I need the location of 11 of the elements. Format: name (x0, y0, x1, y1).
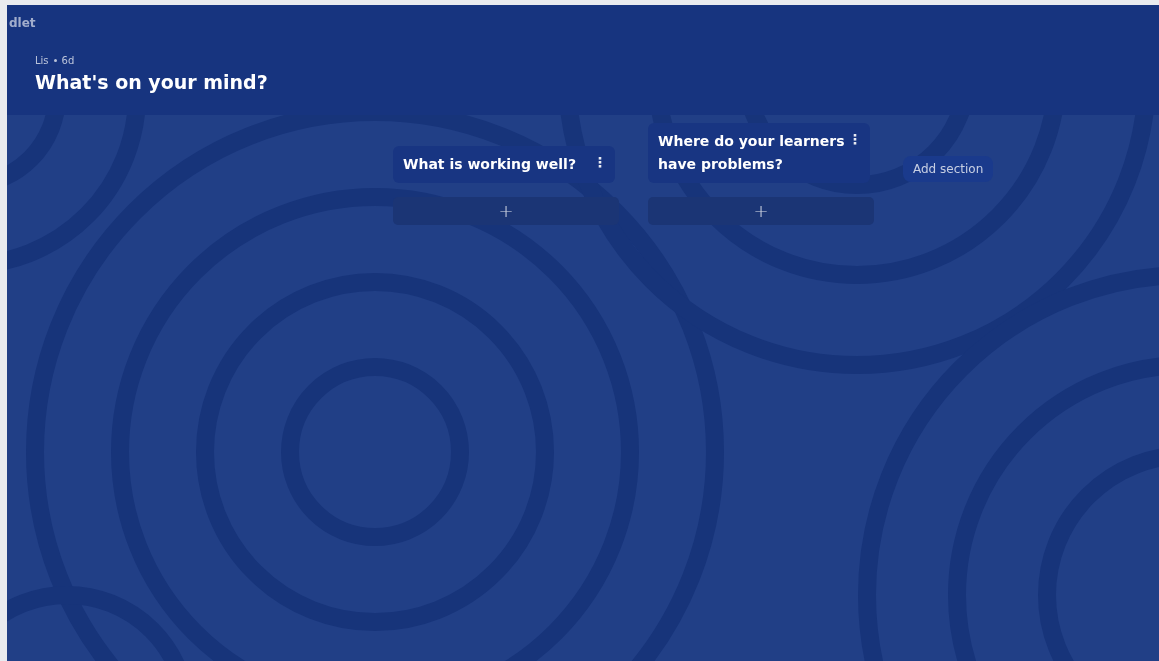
post-age: 6d (61, 54, 75, 68)
add-post-button[interactable]: + (393, 197, 619, 225)
add-section-button[interactable]: Add section (903, 156, 994, 182)
section-menu-button[interactable]: ⋮ (591, 153, 609, 171)
section-title: What is working well? (403, 155, 576, 174)
section-menu-button[interactable]: ⋮ (846, 130, 864, 148)
section-title: Where do your learners have problems? (658, 132, 846, 174)
author-name: Lis (35, 54, 49, 68)
board-title: What's on your mind? (35, 70, 269, 95)
logo-text[interactable]: dlet (9, 14, 36, 32)
add-post-button[interactable]: + (648, 197, 874, 225)
